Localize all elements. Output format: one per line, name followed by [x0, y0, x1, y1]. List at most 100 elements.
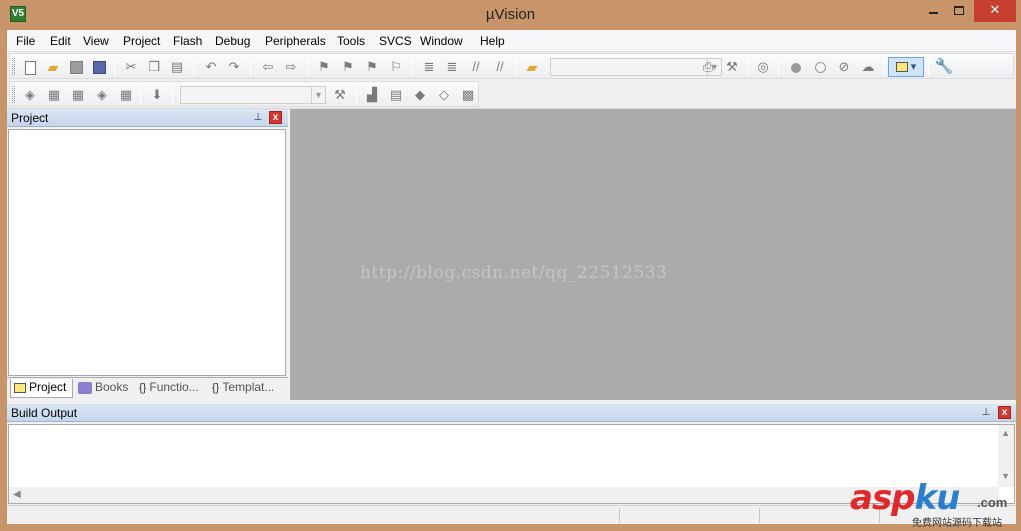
tab-templates[interactable]: {} Templat...	[209, 379, 286, 398]
tab-project-label: Project	[29, 380, 67, 394]
pin-icon[interactable]: ⊥	[979, 406, 993, 420]
manage-multi-project-button[interactable]: ▤	[386, 85, 406, 105]
insert-bookmark-button[interactable]: ⚑	[314, 57, 334, 77]
logo-subtitle: 免费网站源码下载站	[912, 518, 1002, 529]
redo-icon: ↷	[228, 59, 240, 74]
rebuild-icon: ▦	[71, 87, 85, 102]
select-packs-button[interactable]: ◇	[434, 85, 454, 105]
find-in-files-button[interactable]: ▰	[522, 57, 542, 77]
client-area: File Edit View Project Flash Debug Perip…	[7, 30, 1016, 524]
tab-functions[interactable]: {} Functio...	[136, 379, 207, 398]
paste-button[interactable]: ▤	[167, 57, 187, 77]
menu-view[interactable]: View	[80, 33, 112, 49]
cut-icon: ✂	[125, 59, 137, 74]
undo-button[interactable]: ↶	[201, 57, 221, 77]
scroll-up-icon[interactable]: ▲	[1001, 428, 1010, 438]
target-options-button[interactable]: ⚒	[330, 85, 350, 105]
manage-run-time-button[interactable]: ◆	[410, 85, 430, 105]
navigate-back-button[interactable]: ⇦	[258, 57, 278, 77]
stop-build-button[interactable]: ▦	[116, 85, 136, 105]
open-file-button[interactable]: ▰	[43, 57, 63, 77]
configure-button[interactable]: 🔧	[934, 57, 954, 77]
toolbar-grip[interactable]	[12, 58, 15, 75]
minimize-button[interactable]	[920, 0, 946, 22]
menu-debug[interactable]: Debug	[212, 33, 253, 49]
tab-project[interactable]: Project	[10, 379, 73, 398]
disable-breakpoints-button[interactable]: ⊘	[834, 57, 854, 77]
comment-icon: //	[472, 59, 480, 74]
menu-edit[interactable]: Edit	[47, 33, 74, 49]
scroll-left-icon[interactable]: ◀	[13, 489, 21, 500]
redo-button[interactable]: ↷	[224, 57, 244, 77]
close-window-button[interactable]: ✕	[974, 0, 1016, 22]
save-all-icon	[92, 61, 106, 75]
build-button[interactable]: ▦	[44, 85, 64, 105]
download-button[interactable]: ⬇	[147, 85, 167, 105]
find-combo[interactable]: ▼	[550, 58, 722, 76]
indent-button[interactable]: ≣	[419, 57, 439, 77]
toolbar-separator	[193, 58, 194, 76]
breakpoint-outline-icon	[814, 62, 826, 74]
pin-icon[interactable]: ⊥	[251, 111, 265, 125]
insert-breakpoint-button[interactable]	[786, 57, 806, 77]
window-layout-button[interactable]: ▾	[888, 57, 924, 77]
menu-flash[interactable]: Flash	[170, 33, 205, 49]
project-tree[interactable]	[8, 129, 286, 376]
start-debug-button[interactable]: ◎	[753, 57, 773, 77]
undo-icon: ↶	[205, 59, 217, 74]
translate-button[interactable]: ◈	[20, 85, 40, 105]
load-icon: ⬇	[151, 87, 163, 102]
batch-build-icon: ◈	[97, 87, 107, 102]
close-panel-icon[interactable]: x	[269, 111, 282, 124]
copy-button[interactable]: ❐	[144, 57, 164, 77]
next-bookmark-button[interactable]: ⚑	[362, 57, 382, 77]
clear-bookmarks-button[interactable]: ⚐	[386, 57, 406, 77]
chevron-down-icon[interactable]: ▼	[311, 87, 325, 103]
logo-com: .com	[977, 495, 1008, 510]
menu-file[interactable]: File	[13, 33, 38, 49]
incremental-find-icon: ⚒	[726, 59, 738, 74]
build-output-title: Build Output	[11, 406, 78, 420]
previous-bookmark-button[interactable]: ⚑	[338, 57, 358, 77]
toolbar-separator	[516, 58, 517, 76]
maximize-button[interactable]	[946, 0, 972, 22]
save-all-button[interactable]	[89, 57, 109, 77]
uncomment-button[interactable]: //	[490, 57, 510, 77]
menu-project[interactable]: Project	[120, 33, 163, 49]
paste-icon: ▤	[170, 59, 184, 74]
books-icon	[78, 381, 92, 394]
close-panel-icon[interactable]: x	[998, 406, 1011, 419]
tab-books[interactable]: Books	[75, 379, 134, 398]
menu-tools[interactable]: Tools	[334, 33, 368, 49]
toolbar-grip[interactable]	[12, 86, 15, 103]
save-button[interactable]	[66, 57, 86, 77]
batch-build-button[interactable]: ◈	[92, 85, 112, 105]
new-file-button[interactable]	[20, 57, 40, 77]
kill-breakpoints-icon: ☁	[861, 59, 875, 74]
uncomment-icon: //	[496, 59, 504, 74]
kill-breakpoints-button[interactable]: ☁	[858, 57, 878, 77]
navigate-forward-button[interactable]: ⇨	[281, 57, 301, 77]
pack-installer-button[interactable]: ▩	[458, 85, 478, 105]
select-target-combo[interactable]: ▼	[180, 86, 326, 104]
build-output-header: Build Output ⊥ x	[7, 404, 1016, 422]
editor-area[interactable]: http://blog.csdn.net/qq_22512533	[290, 109, 1016, 400]
menu-peripherals[interactable]: Peripherals	[262, 33, 329, 49]
wrench-icon: 🔧	[934, 58, 954, 75]
tab-templates-label: Templat...	[222, 380, 275, 394]
cut-button[interactable]: ✂	[121, 57, 141, 77]
menu-svcs[interactable]: SVCS	[376, 33, 415, 49]
menu-help[interactable]: Help	[477, 33, 508, 49]
enable-breakpoint-button[interactable]	[810, 57, 830, 77]
find-button[interactable]: ⎙	[698, 57, 718, 77]
menu-window[interactable]: Window	[417, 33, 466, 49]
multi-project-icon: ▤	[389, 87, 403, 102]
incremental-find-button[interactable]: ⚒	[722, 57, 742, 77]
status-cell	[619, 508, 759, 523]
comment-button[interactable]: //	[466, 57, 486, 77]
rebuild-button[interactable]: ▦	[68, 85, 88, 105]
toolbar-separator	[412, 58, 413, 76]
unindent-button[interactable]: ≣	[442, 57, 462, 77]
manage-project-items-button[interactable]: ▟	[362, 85, 382, 105]
build-icon: ▦	[47, 87, 61, 102]
